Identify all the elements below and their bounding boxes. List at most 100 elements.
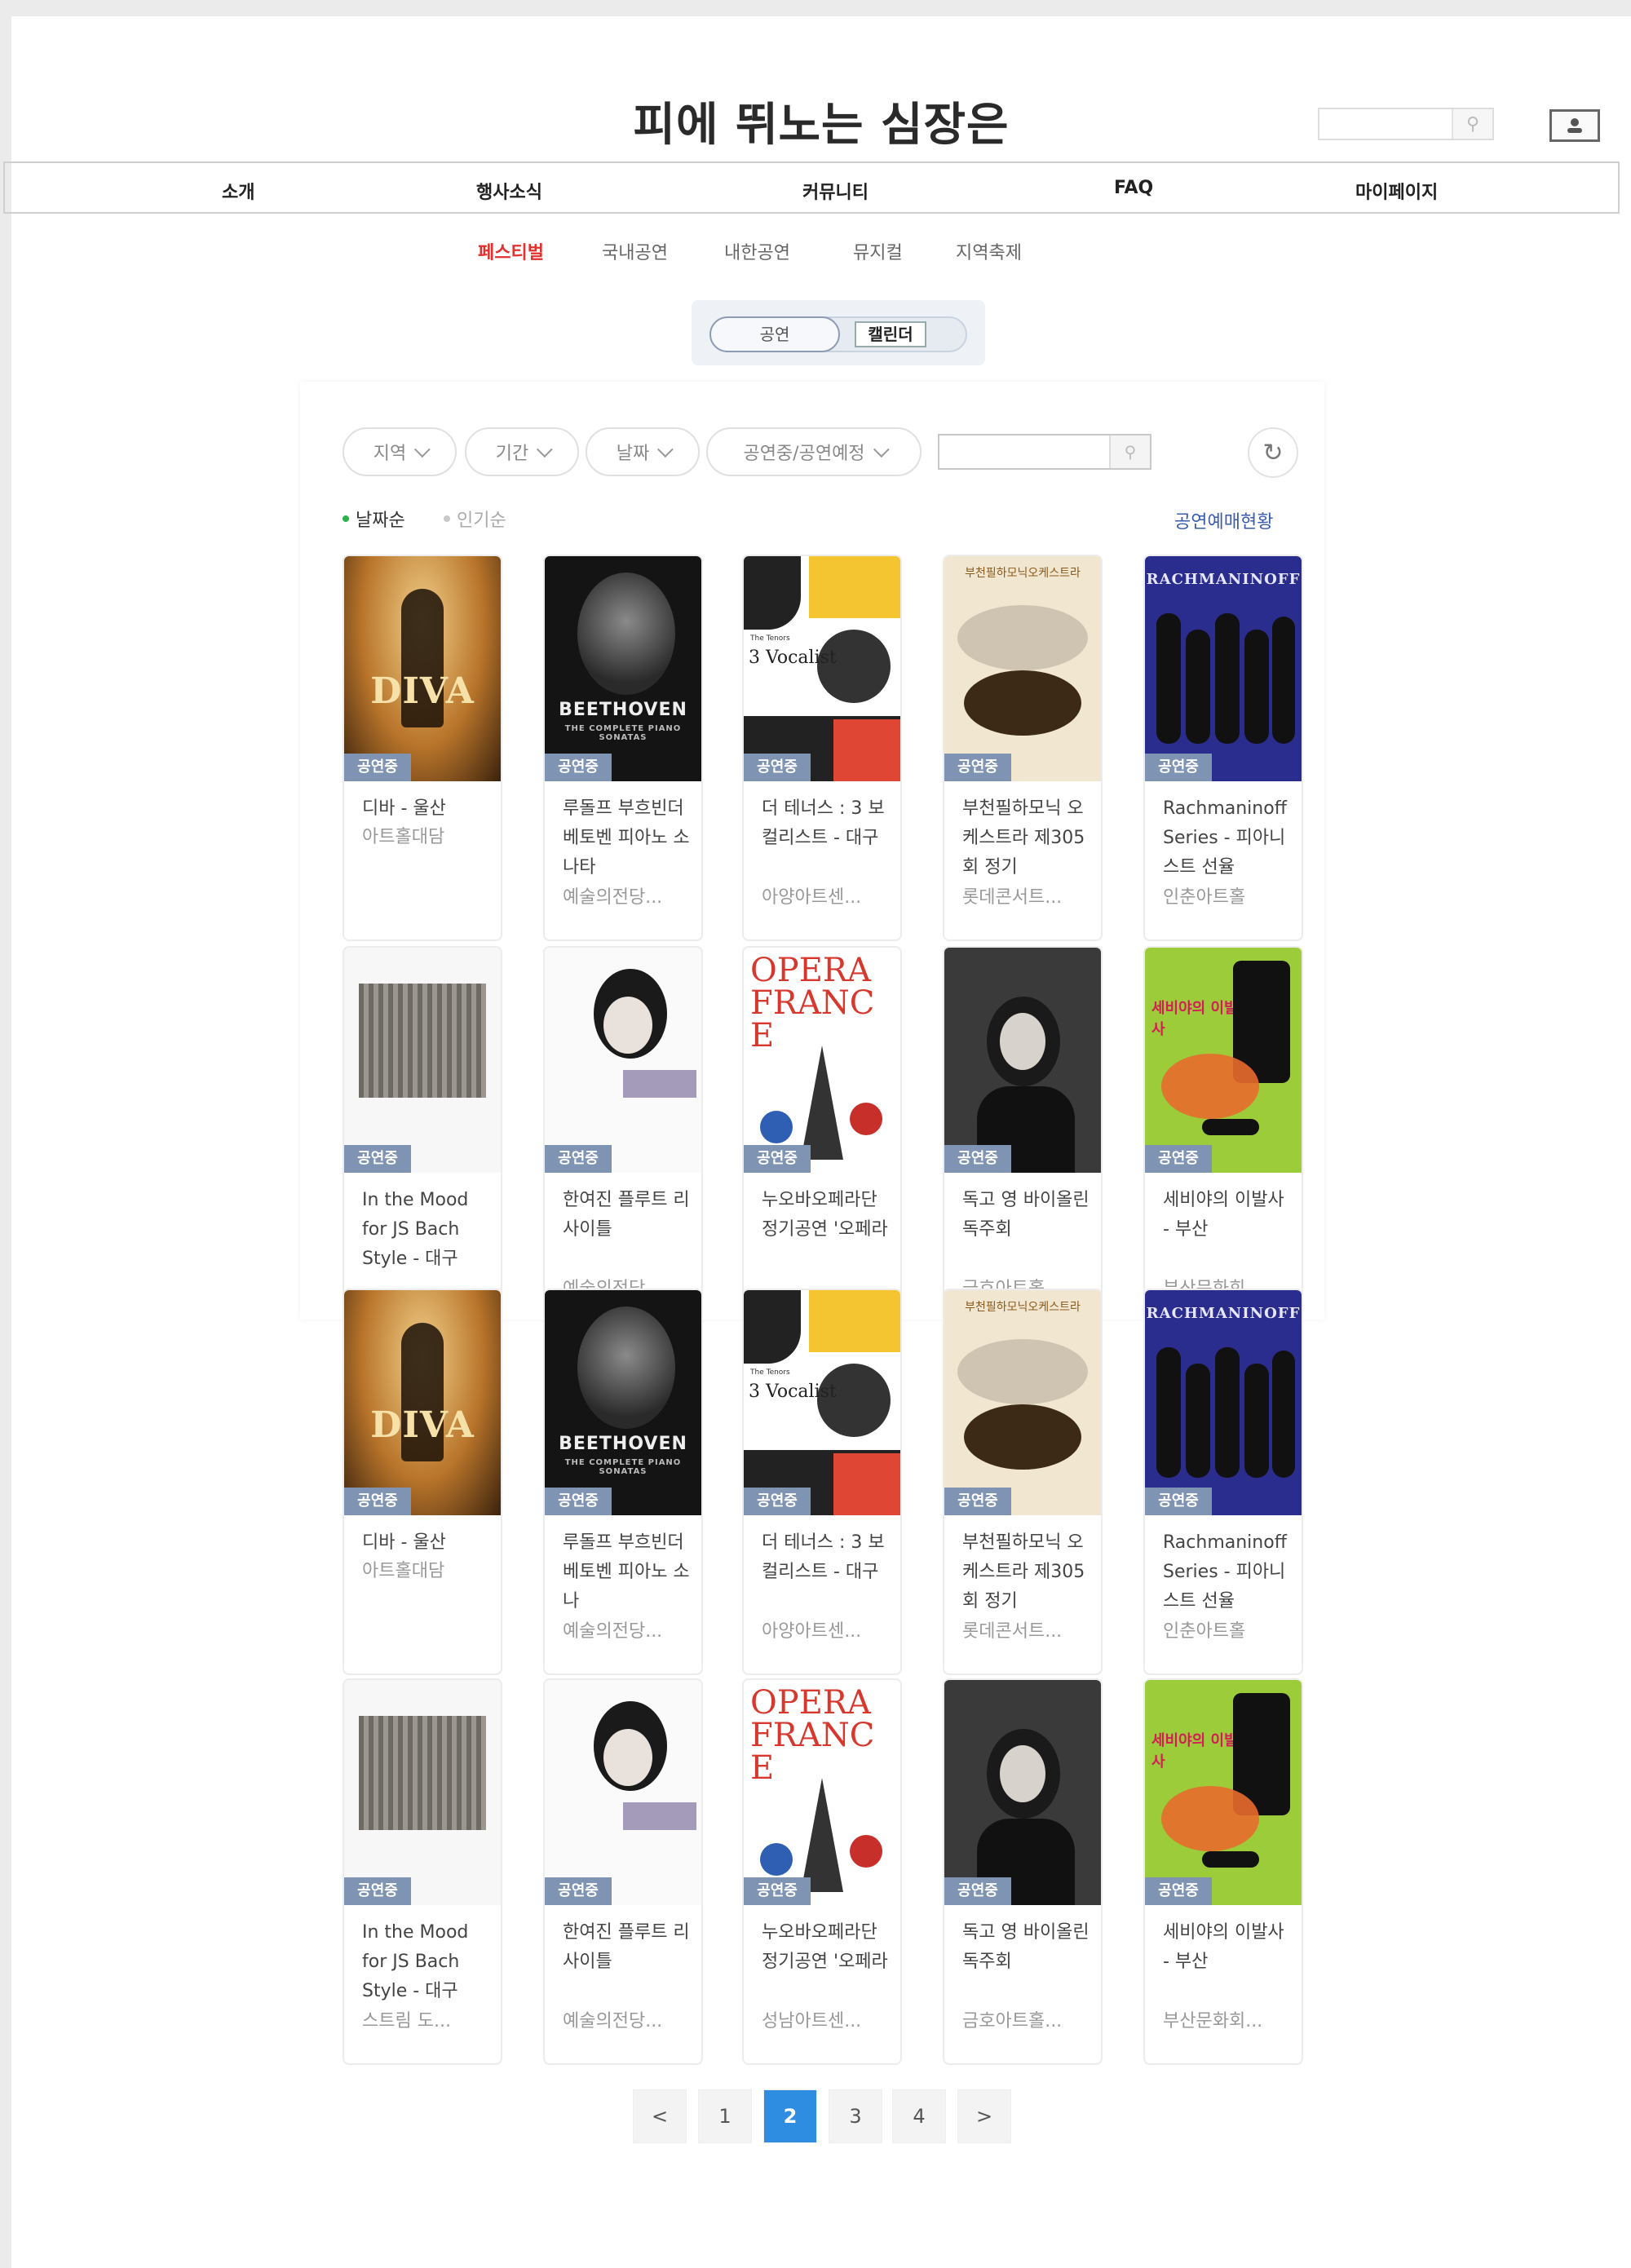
pagination-next[interactable]: > (957, 2089, 1011, 2143)
gnb-item-mypage[interactable]: 마이페이지 (1355, 178, 1438, 204)
card-title[interactable]: 한여진 플루트 리사이틀 (563, 1918, 693, 1977)
filter-period[interactable]: 기간 (465, 427, 579, 476)
poster-text: The Tenors (750, 1368, 790, 1377)
performance-card[interactable]: 부천필하모닉오케스트라 공연중 부천필하모닉 오케스트라 제305회 정기 롯데콘서트… (943, 555, 1103, 941)
status-badge: 공연중 (1145, 1877, 1212, 1905)
performance-card[interactable]: BEETHOVEN THE COMPLETE PIANO SONATAS 공연중루돌… (543, 1289, 703, 1675)
subnav-festival[interactable]: 페스티벌 (478, 238, 544, 264)
gnb-item-community[interactable]: 커뮤니티 (802, 178, 869, 204)
search-icon[interactable]: ⚲ (1109, 435, 1150, 468)
poster-image[interactable]: 공연중 (545, 948, 701, 1173)
performance-card[interactable]: DIVA 공연중 디바 - 울산 아트홀대담 (343, 1289, 502, 1675)
performance-card[interactable]: RACHMANINOFF 공연중 Rachmaninoff Series - 피아니… (1143, 1289, 1303, 1675)
poster-image[interactable]: BEETHOVEN THE COMPLETE PIANO SONATAS 공연중 (545, 556, 701, 781)
performance-card[interactable]: 공연중한여진 플루트 리사이틀예술의전당... (543, 1678, 703, 2065)
poster-image[interactable]: BEETHOVEN THE COMPLETE PIANO SONATAS 공연중 (545, 1290, 701, 1515)
card-title[interactable]: 루돌프 부흐빈더 베토벤 피아노 소나 (563, 1528, 693, 1616)
pagination-page-4[interactable]: 4 (892, 2089, 946, 2143)
card-title[interactable]: 누오바오페라단 정기공연 '오페라 (762, 1186, 892, 1245)
card-title[interactable]: 한여진 플루트 리사이틀 (563, 1186, 693, 1245)
performance-card[interactable]: BEETHOVEN THE COMPLETE PIANO SONATAS 공연중루돌… (543, 555, 703, 941)
subnav-visiting[interactable]: 내한공연 (724, 238, 790, 264)
chevron-down-icon (657, 441, 674, 458)
poster-image[interactable]: The Tenors 3 Vocalist 공연중 (744, 1290, 900, 1515)
poster-image[interactable]: OPERA FRANCE 공연중 (744, 1680, 900, 1905)
pagination-page-1[interactable]: 1 (698, 2089, 752, 2143)
poster-image[interactable]: RACHMANINOFF 공연중 (1145, 556, 1302, 781)
filter-region[interactable]: 지역 (343, 427, 457, 476)
subnav-musical[interactable]: 뮤지컬 (853, 238, 903, 264)
filter-date[interactable]: 날짜 (586, 427, 700, 476)
performance-card[interactable]: 공연중 In the Mood for JS Bach Style - 대구 (343, 946, 502, 1333)
performance-card[interactable]: 부천필하모닉오케스트라 공연중 부천필하모닉 오케스트라 제305회 정기 롯데콘서트… (943, 1289, 1103, 1675)
performance-card[interactable]: DIVA 공연중 디바 - 울산 아트홀대담 (343, 555, 502, 941)
toggle-performance[interactable]: 공연 (709, 316, 840, 352)
card-title[interactable]: 누오바오페라단 정기공연 '오페라 (762, 1918, 892, 1977)
performance-card[interactable]: OPERA FRANCE 공연중 누오바오페라단 정기공연 '오페라 성남아트센... (742, 1678, 902, 2065)
poster-image[interactable]: 공연중 (944, 948, 1101, 1173)
poster-image[interactable]: 공연중 (344, 948, 501, 1173)
card-title[interactable]: 디바 - 울산 (362, 1528, 493, 1558)
search-icon[interactable]: ⚲ (1452, 109, 1492, 139)
pagination-prev[interactable]: < (633, 2089, 687, 2143)
filter-region-label: 지역 (373, 444, 407, 464)
sort-by-popularity[interactable]: 인기순 (444, 506, 506, 532)
view-toggle-switch[interactable]: 공연 캘린더 (709, 316, 967, 352)
status-badge: 공연중 (744, 1145, 811, 1173)
poster-image[interactable]: 세비야의 이발사 공연중 (1145, 1680, 1302, 1905)
card-title[interactable]: 독고 영 바이올린 독주회 (962, 1918, 1093, 1977)
card-title[interactable]: Rachmaninoff Series - 피아니스트 선율 (1163, 794, 1293, 882)
performance-card[interactable]: RACHMANINOFF 공연중 Rachmaninoff Series - 피아니… (1143, 555, 1303, 941)
card-title[interactable]: 독고 영 바이올린 독주회 (962, 1186, 1093, 1245)
performance-card[interactable]: The Tenors 3 Vocalist 공연중더 테너스 : 3 보컬리스트 -… (742, 1289, 902, 1675)
performance-card[interactable]: 공연중 In the Mood for JS Bach Style - 대구 스트림… (343, 1678, 502, 2065)
poster-image[interactable]: 부천필하모닉오케스트라 공연중 (944, 1290, 1101, 1515)
list-search-input[interactable]: ⚲ (938, 434, 1151, 470)
card-title[interactable]: 더 테너스 : 3 보컬리스트 - 대구 (762, 1528, 892, 1587)
poster-text: DIVA (370, 1404, 475, 1446)
gnb-item-faq[interactable]: FAQ (1114, 178, 1153, 198)
card-title[interactable]: 루돌프 부흐빈더 베토벤 피아노 소나타 (563, 794, 693, 882)
booking-status-link[interactable]: 공연예매현황 (1174, 507, 1273, 533)
pagination-page-2[interactable]: 2 (763, 2089, 817, 2143)
performance-card[interactable]: 공연중독고 영 바이올린 독주회금호아트홀... (943, 946, 1103, 1333)
card-title[interactable]: In the Mood for JS Bach Style - 대구 (362, 1918, 493, 2006)
poster-image[interactable]: RACHMANINOFF 공연중 (1145, 1290, 1302, 1515)
performance-card[interactable]: 공연중독고 영 바이올린 독주회금호아트홀... (943, 1678, 1103, 2065)
card-title[interactable]: In the Mood for JS Bach Style - 대구 (362, 1186, 493, 1274)
performance-card[interactable]: 세비야의 이발사공연중세비야의 이발사 - 부산부산문화회... (1143, 946, 1303, 1333)
poster-image[interactable]: DIVA 공연중 (344, 556, 501, 781)
performance-card[interactable]: OPERA FRANCE 공연중누오바오페라단 정기공연 '오페라 (742, 946, 902, 1333)
poster-image[interactable]: 부천필하모닉오케스트라 공연중 (944, 556, 1101, 781)
header-search-input[interactable]: ⚲ (1318, 108, 1494, 140)
card-title[interactable]: 더 테너스 : 3 보컬리스트 - 대구 (762, 794, 892, 853)
poster-image[interactable]: OPERA FRANCE 공연중 (744, 948, 900, 1173)
toggle-calendar[interactable]: 캘린더 (855, 321, 926, 347)
filter-status[interactable]: 공연중/공연예정 (706, 427, 922, 476)
performance-card[interactable]: 세비야의 이발사공연중세비야의 이발사 - 부산부산문화회... (1143, 1678, 1303, 2065)
poster-image[interactable]: 공연중 (344, 1680, 501, 1905)
gnb-item-news[interactable]: 행사소식 (476, 178, 542, 204)
performance-card[interactable]: The Tenors 3 Vocalist 공연중더 테너스 : 3 보컬리스트 -… (742, 555, 902, 941)
subnav-domestic[interactable]: 국내공연 (602, 238, 668, 264)
refresh-button[interactable]: ↻ (1248, 427, 1298, 478)
poster-image[interactable]: 공연중 (944, 1680, 1101, 1905)
card-title[interactable]: 세비야의 이발사 - 부산 (1163, 1918, 1293, 1977)
sort-by-date[interactable]: 날짜순 (343, 506, 405, 532)
subnav-regional[interactable]: 지역축제 (956, 238, 1022, 264)
poster-image[interactable]: DIVA 공연중 (344, 1290, 501, 1515)
pagination-page-3[interactable]: 3 (829, 2089, 882, 2143)
status-badge: 공연중 (944, 754, 1011, 781)
performance-card[interactable]: 공연중한여진 플루트 리사이틀예술의전당... (543, 946, 703, 1333)
poster-image[interactable]: The Tenors 3 Vocalist 공연중 (744, 556, 900, 781)
poster-image[interactable]: 공연중 (545, 1680, 701, 1905)
card-title[interactable]: 부천필하모닉 오케스트라 제305회 정기 (962, 1528, 1093, 1616)
chevron-down-icon (537, 441, 553, 458)
poster-image[interactable]: 세비야의 이발사 공연중 (1145, 948, 1302, 1173)
user-login-button[interactable] (1549, 109, 1600, 142)
card-title[interactable]: 세비야의 이발사 - 부산 (1163, 1186, 1293, 1245)
card-title[interactable]: 디바 - 울산 (362, 794, 493, 824)
card-title[interactable]: Rachmaninoff Series - 피아니스트 선율 (1163, 1528, 1293, 1616)
card-title[interactable]: 부천필하모닉 오케스트라 제305회 정기 (962, 794, 1093, 882)
gnb-item-intro[interactable]: 소개 (222, 178, 254, 204)
